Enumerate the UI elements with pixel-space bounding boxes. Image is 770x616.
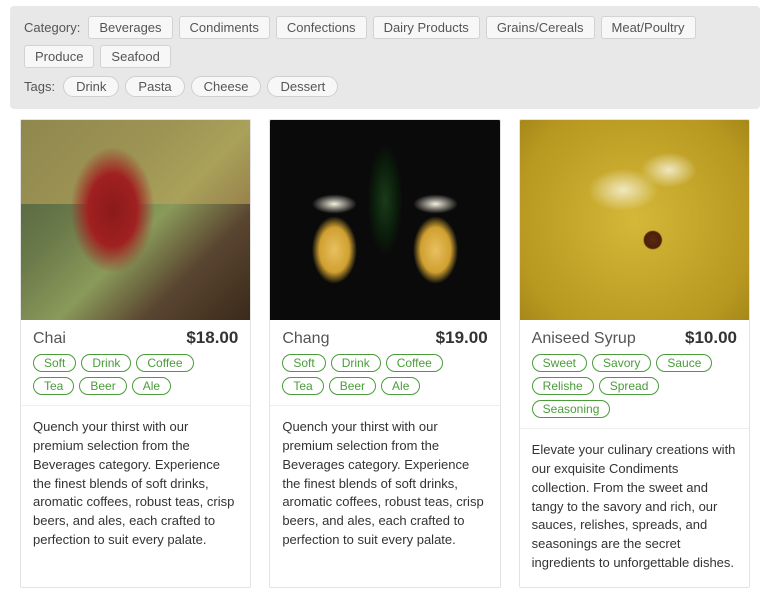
product-tag[interactable]: Soft	[33, 354, 76, 372]
product-card[interactable]: Chai $18.00 Soft Drink Coffee Tea Beer Ale Quenc…	[20, 119, 251, 588]
category-chip[interactable]: Dairy Products	[373, 16, 480, 39]
product-price: $10.00	[685, 328, 737, 348]
product-title: Chang	[282, 330, 329, 348]
product-price: $19.00	[436, 328, 488, 348]
product-tag[interactable]: Tea	[282, 377, 323, 395]
product-title: Aniseed Syrup	[532, 330, 636, 348]
tag-chip[interactable]: Cheese	[191, 76, 262, 97]
product-tag[interactable]: Tea	[33, 377, 74, 395]
category-chip[interactable]: Grains/Cereals	[486, 16, 595, 39]
category-chip[interactable]: Meat/Poultry	[601, 16, 696, 39]
product-header: Aniseed Syrup $10.00	[520, 320, 749, 354]
product-tag[interactable]: Seasoning	[532, 400, 611, 418]
product-tag[interactable]: Sauce	[656, 354, 712, 372]
product-tag[interactable]: Sweet	[532, 354, 587, 372]
product-image-chai	[21, 120, 250, 320]
product-tag[interactable]: Savory	[592, 354, 651, 372]
product-tags: Soft Drink Coffee Tea Beer Ale	[270, 354, 499, 405]
category-chip[interactable]: Seafood	[100, 45, 170, 68]
category-chip[interactable]: Beverages	[88, 16, 172, 39]
tags-label: Tags:	[24, 79, 55, 94]
product-tag[interactable]: Relishe	[532, 377, 594, 395]
category-label: Category:	[24, 20, 80, 35]
product-header: Chai $18.00	[21, 320, 250, 354]
tags-filter-row: Tags: Drink Pasta CheeseDessert	[24, 76, 746, 97]
product-title: Chai	[33, 330, 66, 348]
product-description: Quench your thirst with our premium sele…	[270, 406, 499, 564]
category-chip[interactable]: Produce	[24, 45, 94, 68]
product-tag[interactable]: Coffee	[136, 354, 193, 372]
product-image-chang	[270, 120, 499, 320]
product-card[interactable]: Chang $19.00 Soft Drink Coffee Tea Beer Ale Quen…	[269, 119, 500, 588]
tag-chip[interactable]: Dessert	[267, 76, 338, 97]
product-card[interactable]: Aniseed Syrup $10.00 Sweet Savory Sauce Relis…	[519, 119, 750, 588]
product-tag[interactable]: Ale	[381, 377, 420, 395]
product-tag[interactable]: Beer	[329, 377, 376, 395]
product-tag[interactable]: Ale	[132, 377, 171, 395]
category-chip[interactable]: Condiments	[179, 16, 270, 39]
category-filter-row: Category: Beverages Condiments Confections…	[24, 16, 746, 68]
category-chip[interactable]: Confections	[276, 16, 367, 39]
product-tag[interactable]: Beer	[79, 377, 126, 395]
product-description: Elevate your culinary creations with our…	[520, 429, 749, 587]
product-tags: Soft Drink Coffee Tea Beer Ale	[21, 354, 250, 405]
product-tag[interactable]: Soft	[282, 354, 325, 372]
product-header: Chang $19.00	[270, 320, 499, 354]
product-tag[interactable]: Drink	[331, 354, 381, 372]
product-price: $18.00	[186, 328, 238, 348]
product-image-aniseed	[520, 120, 749, 320]
product-description: Quench your thirst with our premium sele…	[21, 406, 250, 564]
product-tag[interactable]: Spread	[599, 377, 660, 395]
product-cards: Chai $18.00 Soft Drink Coffee Tea Beer Ale Quenc…	[0, 119, 770, 588]
product-tag[interactable]: Drink	[81, 354, 131, 372]
tag-chip[interactable]: Drink	[63, 76, 119, 97]
tag-chip[interactable]: Pasta	[125, 76, 184, 97]
product-tags: Sweet Savory Sauce Relishe Spread Seasoning	[520, 354, 749, 428]
filter-bar: Category: Beverages Condiments Confections…	[10, 6, 760, 109]
product-tag[interactable]: Coffee	[386, 354, 443, 372]
